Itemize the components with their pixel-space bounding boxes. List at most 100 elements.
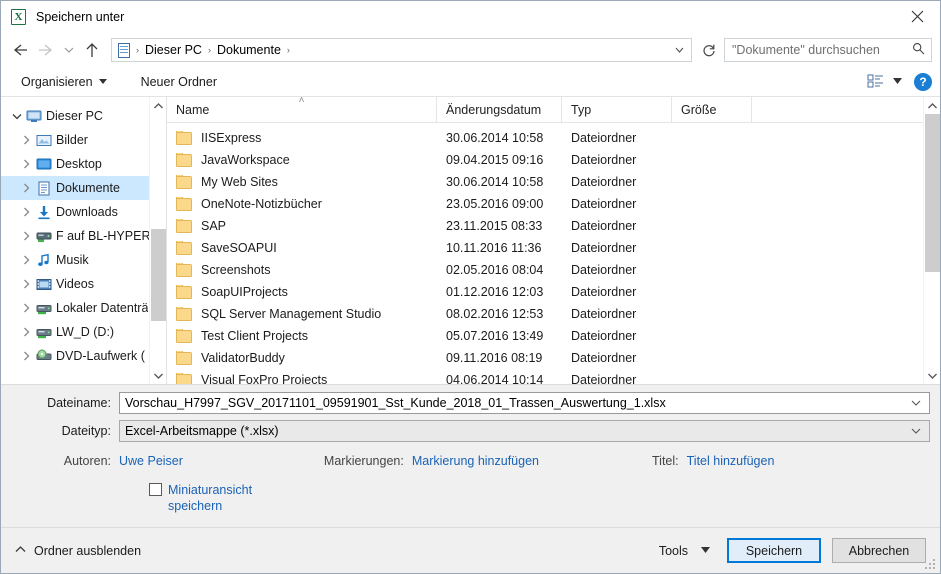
sidebar-item-dieser-pc[interactable]: Dieser PC xyxy=(1,104,166,128)
table-row[interactable]: IISExpress 30.06.2014 10:58 Dateiordner xyxy=(167,127,940,149)
organize-button[interactable]: Organisieren xyxy=(15,72,113,92)
sidebar-item-label: LW_D (D:) xyxy=(56,325,115,339)
file-list-scrollbar[interactable] xyxy=(923,97,940,384)
save-label: Speichern xyxy=(745,543,803,558)
search-input[interactable]: "Dokumente" durchsuchen xyxy=(724,38,932,62)
file-type-cell: Dateiordner xyxy=(571,263,637,277)
table-row[interactable]: SAP 23.11.2015 08:33 Dateiordner xyxy=(167,215,940,237)
sidebar-item-musik[interactable]: Musik xyxy=(1,248,166,272)
column-header-type[interactable]: Typ xyxy=(562,97,672,123)
breadcrumb-item-dieser-pc[interactable]: Dieser PC xyxy=(140,41,207,59)
file-type-cell: Dateiordner xyxy=(571,373,637,384)
chevron-right-icon[interactable] xyxy=(19,135,34,145)
up-arrow-icon[interactable] xyxy=(79,37,105,63)
file-name-label: JavaWorkspace xyxy=(201,153,290,167)
tools-button[interactable]: Tools xyxy=(653,540,716,562)
hard-drive-icon xyxy=(34,325,54,340)
file-list-scroll-thumb[interactable] xyxy=(925,114,940,272)
filetype-select[interactable]: Excel-Arbeitsmappe (*.xlsx) xyxy=(119,420,930,442)
thumbnail-row: Miniaturansicht speichern xyxy=(1,468,940,514)
filename-input[interactable]: Vorschau_H7997_SGV_20171101_09591901_Sst… xyxy=(119,392,930,414)
hide-folders-button[interactable]: Ordner ausblenden xyxy=(15,544,141,558)
table-row[interactable]: OneNote-Notizbücher 23.05.2016 09:00 Datei… xyxy=(167,193,940,215)
filename-chevron-down-icon[interactable] xyxy=(905,398,927,409)
column-header-date[interactable]: Änderungsdatum xyxy=(437,97,562,123)
chevron-right-icon[interactable] xyxy=(19,207,34,217)
sidebar-item-desktop[interactable]: Desktop xyxy=(1,152,166,176)
file-type-cell: Dateiordner xyxy=(571,241,637,255)
breadcrumb[interactable]: › Dieser PC › Dokumente › xyxy=(111,38,692,62)
help-button[interactable]: ? xyxy=(914,72,932,91)
sidebar-item-videos[interactable]: Videos xyxy=(1,272,166,296)
navigation-scroll-thumb[interactable] xyxy=(151,229,166,321)
dialog-footer: Ordner ausblenden Tools Speichern Abbrec… xyxy=(1,527,940,573)
search-icon[interactable] xyxy=(912,42,927,58)
authors-value[interactable]: Uwe Peiser xyxy=(119,454,183,468)
scroll-up-icon[interactable] xyxy=(150,97,166,114)
table-row[interactable]: SaveSOAPUI 10.11.2016 11:36 Dateiordner xyxy=(167,237,940,259)
sidebar-item-lokaler-datentr[interactable]: Lokaler Datenträ xyxy=(1,296,166,320)
folder-icon xyxy=(176,373,192,384)
table-row[interactable]: My Web Sites 30.06.2014 10:58 Dateiordner xyxy=(167,171,940,193)
back-arrow-icon[interactable] xyxy=(7,37,33,63)
sidebar-item-dvd-laufwerk[interactable]: DVD-Laufwerk ( xyxy=(1,344,166,368)
excel-icon: X xyxy=(10,8,28,26)
chevron-right-icon[interactable] xyxy=(19,303,34,313)
breadcrumb-chevron-down-icon[interactable] xyxy=(670,45,689,55)
column-header-size[interactable]: Größe xyxy=(672,97,752,123)
sidebar-item-bilder[interactable]: Bilder xyxy=(1,128,166,152)
chevron-right-icon[interactable] xyxy=(19,183,34,193)
chevron-right-icon[interactable] xyxy=(19,159,34,169)
column-header-filler xyxy=(752,97,940,123)
table-row[interactable]: Screenshots 02.05.2016 08:04 Dateiordner xyxy=(167,259,940,281)
sidebar-item-label: Downloads xyxy=(56,205,118,219)
scroll-up-icon[interactable] xyxy=(924,97,940,114)
chevron-down-icon[interactable] xyxy=(9,113,24,120)
sidebar-item-f-auf-bl-hyperv[interactable]: F auf BL-HYPERV xyxy=(1,224,166,248)
table-row[interactable]: SQL Server Management Studio 08.02.2016 1… xyxy=(167,303,940,325)
navigation-scrollbar[interactable] xyxy=(149,97,166,384)
table-row[interactable]: SoapUIProjects 01.12.2016 12:03 Dateiordne… xyxy=(167,281,940,303)
save-button[interactable]: Speichern xyxy=(727,538,821,563)
cancel-button[interactable]: Abbrechen xyxy=(832,538,926,563)
save-thumbnail-label[interactable]: Miniaturansicht speichern xyxy=(168,482,288,514)
file-name-cell: JavaWorkspace xyxy=(167,153,437,167)
close-icon[interactable] xyxy=(894,1,940,32)
authors-label: Autoren: xyxy=(63,454,111,468)
chevron-right-icon[interactable] xyxy=(19,279,34,289)
scroll-down-icon[interactable] xyxy=(150,367,166,384)
chevron-right-icon[interactable] xyxy=(19,231,34,241)
footer-buttons: Tools Speichern Abbrechen xyxy=(653,538,926,563)
file-type-cell: Dateiordner xyxy=(571,131,637,145)
hide-folders-label: Ordner ausblenden xyxy=(34,543,142,558)
sidebar-item-downloads[interactable]: Downloads xyxy=(1,200,166,224)
filename-label: Dateiname: xyxy=(47,396,111,410)
file-date-cell: 30.06.2014 10:58 xyxy=(446,175,544,189)
recent-locations-chevron-down-icon[interactable] xyxy=(59,37,79,63)
chevron-right-icon[interactable] xyxy=(19,327,34,337)
table-row[interactable]: ValidatorBuddy 09.11.2016 08:19 Dateiordne… xyxy=(167,347,940,369)
file-date-cell: 01.12.2016 12:03 xyxy=(446,285,544,299)
scroll-down-icon[interactable] xyxy=(924,367,940,384)
chevron-right-icon[interactable] xyxy=(19,255,34,265)
add-tag-link[interactable]: Markierung hinzufügen xyxy=(412,454,539,468)
table-row[interactable]: Visual FoxPro Projects 04.06.2014 10:14 Da… xyxy=(167,369,940,384)
table-row[interactable]: JavaWorkspace 09.04.2015 09:16 Dateiordner xyxy=(167,149,940,171)
new-folder-button[interactable]: Neuer Ordner xyxy=(135,72,223,92)
sidebar-item-dokumente[interactable]: Dokumente xyxy=(1,176,166,200)
table-row[interactable]: Test Client Projects 05.07.2016 13:49 Date… xyxy=(167,325,940,347)
filetype-chevron-down-icon[interactable] xyxy=(905,426,927,437)
file-list-pane: ˄ Name Änderungsdatum Typ Größe IISExpre… xyxy=(167,97,940,384)
refresh-icon[interactable] xyxy=(698,38,720,62)
chevron-right-icon[interactable] xyxy=(19,351,34,361)
breadcrumb-item-dokumente[interactable]: Dokumente xyxy=(212,41,286,59)
view-list-icon[interactable] xyxy=(867,73,889,91)
column-header-name[interactable]: ˄ Name xyxy=(167,97,437,123)
sidebar-item-lw-d-d[interactable]: LW_D (D:) xyxy=(1,320,166,344)
resize-grip[interactable] xyxy=(925,559,937,571)
view-chevron-down-icon[interactable] xyxy=(893,77,902,86)
save-thumbnail-checkbox[interactable] xyxy=(149,483,162,496)
command-toolbar: Organisieren Neuer Ordner ? xyxy=(1,67,940,97)
metadata-row: Autoren: Uwe Peiser Markierungen: Markie… xyxy=(1,442,940,468)
add-title-link[interactable]: Titel hinzufügen xyxy=(687,454,775,468)
